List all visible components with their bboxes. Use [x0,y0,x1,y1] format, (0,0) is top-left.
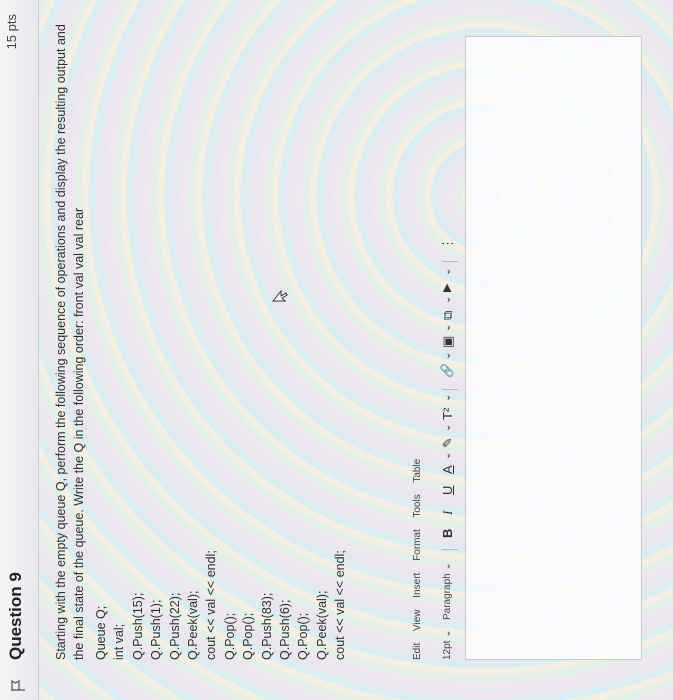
menu-view[interactable]: View [412,609,423,631]
link-icon[interactable]: 🔗 [440,363,454,378]
embed-icon[interactable]: ⧉ [440,311,456,320]
chevron-down-icon[interactable]: ⌄ [442,268,453,276]
question-header: Question 9 15 pts [0,0,39,700]
question-points: 15 pts [4,14,19,50]
font-size-select[interactable]: 12pt ⌄ [442,629,453,660]
underline-button[interactable]: U [440,486,455,495]
editor-toolbar: 12pt ⌄ Paragraph ⌄ B I U A ⌄ ✎ ⌄ T² ⌄ 🔗 … [440,25,460,660]
text-color-button[interactable]: A [440,465,455,474]
more-options-icon[interactable]: ⋮ [440,237,456,250]
code-line: Queue Q; [94,605,108,660]
chevron-down-icon[interactable]: ⌄ [442,324,453,332]
chevron-down-icon[interactable]: ⌄ [442,394,453,402]
toolbar-divider [442,261,458,262]
menu-table[interactable]: Table [412,459,423,483]
question-prompt: Starting with the empty queue Q, perform… [54,24,86,660]
toolbar-divider [442,549,458,550]
italic-button[interactable]: I [440,511,456,515]
chevron-down-icon[interactable]: ⌄ [442,352,453,360]
paragraph-select[interactable]: Paragraph ⌄ [442,562,453,620]
chevron-down-icon[interactable]: ⌄ [442,296,453,304]
menu-tools[interactable]: Tools [412,494,423,517]
toolbar-divider [442,389,458,390]
chevron-down-icon[interactable]: ⌄ [442,452,453,460]
menu-insert[interactable]: Insert [412,573,423,598]
flag-icon[interactable] [10,678,26,692]
media-icon[interactable]: ▶ [440,284,453,292]
menu-edit[interactable]: Edit [412,643,423,660]
code-line: Q.Push(6); [277,599,292,660]
question-title: Question 9 [6,572,25,660]
code-line: Q.Peek(val); [185,590,200,660]
code-line: Q.Pop(); [296,612,311,660]
menu-format[interactable]: Format [412,529,423,561]
code-line: Q.Push(1); [149,599,164,660]
code-line: Q.Push(22); [167,592,182,660]
editor-menubar: Edit View Insert Format Tools Table [412,450,423,660]
highlight-icon[interactable]: ✎ [440,437,456,448]
code-line: Q.Peek(val); [314,590,329,660]
code-line: int val; [112,623,127,660]
code-line: cout << val << endl; [204,550,219,660]
code-line: Q.Pop(); [222,612,237,660]
answer-editor[interactable] [465,36,642,660]
chevron-down-icon[interactable]: ⌄ [442,424,453,432]
code-line: Q.Pop(); [241,612,256,660]
code-line: cout << val << endl; [333,550,348,660]
mouse-cursor-icon [272,289,288,302]
superscript-button[interactable]: T² [440,408,455,420]
image-icon[interactable]: ▣ [440,336,456,348]
code-listing: Queue Q; int val; Q.Push(15); Q.Push(1);… [92,340,349,660]
code-line: Q.Push(15); [130,592,145,660]
bold-button[interactable]: B [440,529,455,538]
code-line: Q.Push(83); [259,592,274,660]
